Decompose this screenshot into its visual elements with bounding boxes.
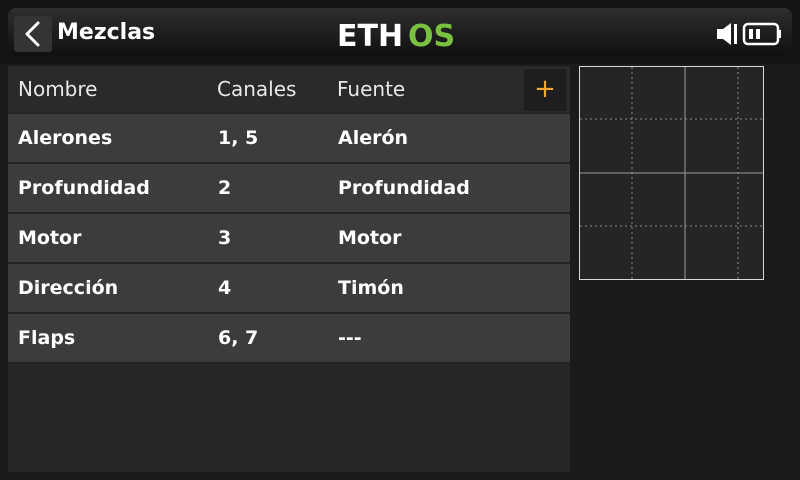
mix-curve-graph [579, 66, 764, 280]
speaker-icon [717, 23, 737, 45]
mix-channels: 4 [218, 277, 232, 299]
table-row[interactable]: Profundidad 2 Profundidad [8, 164, 570, 214]
status-icons [717, 22, 781, 46]
mix-channels: 6, 7 [218, 327, 259, 349]
column-header-channels: Canales [217, 77, 297, 101]
add-icon: + [534, 74, 556, 104]
mix-source: Timón [338, 277, 404, 299]
mix-channels: 1, 5 [218, 127, 259, 149]
logo-text-left: ETH [337, 19, 403, 54]
mix-channels: 3 [218, 227, 232, 249]
mix-source: Profundidad [338, 177, 470, 199]
mix-source: Alerón [338, 127, 409, 149]
graph-grid [580, 67, 763, 279]
column-header-source: Fuente [337, 77, 406, 101]
top-bar: Mezclas ETH OS [0, 0, 800, 64]
table-row[interactable]: Alerones 1, 5 Alerón [8, 114, 570, 164]
table-header: Nombre Canales Fuente + [8, 66, 570, 112]
mix-source: Motor [338, 227, 402, 249]
mix-name: Motor [18, 227, 82, 249]
mix-name: Profundidad [18, 177, 150, 199]
column-header-name: Nombre [18, 77, 98, 101]
back-button[interactable] [14, 16, 52, 52]
battery-icon [742, 22, 781, 46]
mix-channels: 2 [218, 177, 232, 199]
mix-source: --- [338, 327, 362, 349]
mix-name: Alerones [18, 127, 113, 149]
logo-text-right: OS [408, 19, 455, 54]
table-row[interactable]: Dirección 4 Timón [8, 264, 570, 314]
back-arrow-icon [25, 21, 40, 47]
table-row[interactable]: Motor 3 Motor [8, 214, 570, 264]
ethos-logo: ETH OS [337, 19, 455, 54]
mix-name: Flaps [18, 327, 76, 349]
mixes-table: Nombre Canales Fuente + Alerones 1, 5 Al… [8, 66, 570, 472]
mix-name: Dirección [18, 277, 119, 299]
add-mix-button[interactable]: + [524, 69, 566, 111]
table-row[interactable]: Flaps 6, 7 --- [8, 314, 570, 364]
page-title: Mezclas [57, 20, 156, 45]
